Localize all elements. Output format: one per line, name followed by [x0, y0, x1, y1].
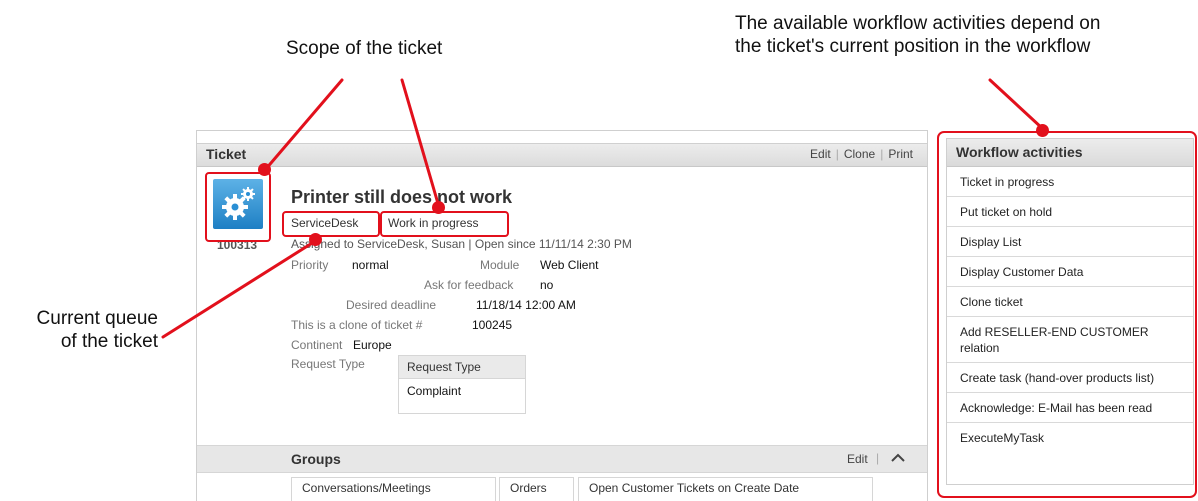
workflow-item-execute-my-task[interactable]: ExecuteMyTask [947, 423, 1193, 452]
ticket-assigned-line: Assigned to ServiceDesk, Susan | Open si… [291, 237, 632, 251]
separator: | [880, 147, 884, 161]
workflow-item-display-customer-data[interactable]: Display Customer Data [947, 257, 1193, 287]
request-type-column-header: Request Type [399, 356, 525, 379]
continent-label: Continent [291, 338, 343, 352]
workflow-item-acknowledge-email[interactable]: Acknowledge: E-Mail has been read [947, 393, 1193, 423]
groups-title: Groups [291, 451, 341, 467]
workflow-pointer-line [988, 78, 1045, 131]
gears-icon [213, 179, 263, 229]
separator: | [876, 451, 880, 465]
ticket-number: 100313 [217, 238, 258, 252]
annotation-workflow: The available workflow activities depend… [735, 12, 1195, 58]
workflow-activities-title: Workflow activities [947, 139, 1193, 167]
annotation-workflow-line1: The available workflow activities depend… [735, 13, 1101, 34]
workflow-item-put-on-hold[interactable]: Put ticket on hold [947, 197, 1193, 227]
tab-open-customer-tickets[interactable]: Open Customer Tickets on Create Date [578, 477, 873, 501]
annotation-scope: Scope of the ticket [286, 38, 443, 59]
desired-deadline-value: 11/18/14 12:00 AM [476, 298, 576, 312]
request-type-label: Request Type [291, 357, 365, 371]
workflow-item-clone-ticket[interactable]: Clone ticket [947, 287, 1193, 317]
groups-header: Groups Edit | [197, 445, 927, 473]
ticket-header-title: Ticket [206, 146, 247, 162]
queue-pointer-dot [309, 233, 322, 246]
workflow-item-add-reseller-relation[interactable]: Add RESELLER-END CUSTOMER relation [947, 317, 1193, 363]
tab-conversations-meetings[interactable]: Conversations/Meetings [291, 477, 496, 501]
continent-value: Europe [353, 338, 392, 352]
edit-button[interactable]: Edit [810, 147, 831, 161]
request-type-cell: Complaint [407, 384, 462, 398]
annotation-queue-line2: of the ticket [60, 331, 158, 352]
workflow-activities-panel: Workflow activities Ticket in progress P… [946, 138, 1194, 485]
priority-value: normal [352, 258, 389, 272]
workflow-pointer-dot [1036, 124, 1049, 137]
priority-label: Priority [291, 258, 329, 272]
clone-of-value[interactable]: 100245 [472, 318, 512, 332]
ticket-queue[interactable]: ServiceDesk [291, 216, 358, 230]
ticket-actions: Edit | Clone | Print [810, 147, 913, 161]
separator: | [835, 147, 839, 161]
ticket-status: Work in progress [388, 216, 479, 230]
desired-deadline-label: Desired deadline [346, 298, 437, 312]
scope-pointer-dot-icon [258, 163, 271, 176]
ticket-header: Ticket Edit | Clone | Print [197, 143, 927, 167]
annotation-queue-line1: Current queue [36, 308, 158, 329]
ask-feedback-label: Ask for feedback [424, 278, 514, 292]
workflow-item-create-task[interactable]: Create task (hand-over products list) [947, 363, 1193, 393]
module-label: Module [480, 258, 520, 272]
scope-pointer-dot-status [432, 201, 445, 214]
chevron-up-icon[interactable] [889, 450, 907, 466]
workflow-item-display-list[interactable]: Display List [947, 227, 1193, 257]
print-button[interactable]: Print [888, 147, 913, 161]
ask-feedback-value: no [540, 278, 554, 292]
groups-edit-button[interactable]: Edit [847, 452, 868, 466]
module-value: Web Client [540, 258, 599, 272]
clone-of-label: This is a clone of ticket # [291, 318, 423, 332]
workflow-item-ticket-in-progress[interactable]: Ticket in progress [947, 167, 1193, 197]
ticket-title: Printer still does not work [291, 187, 513, 207]
tab-orders[interactable]: Orders [499, 477, 574, 501]
ticket-panel: Ticket Edit | Clone | Print 100313 Printer s… [196, 130, 928, 501]
annotation-queue: Current queue of the ticket [8, 307, 158, 353]
clone-button[interactable]: Clone [844, 147, 875, 161]
request-type-table: Request Type Complaint [398, 355, 526, 414]
annotation-workflow-line2: the ticket's current position in the wor… [735, 36, 1091, 57]
